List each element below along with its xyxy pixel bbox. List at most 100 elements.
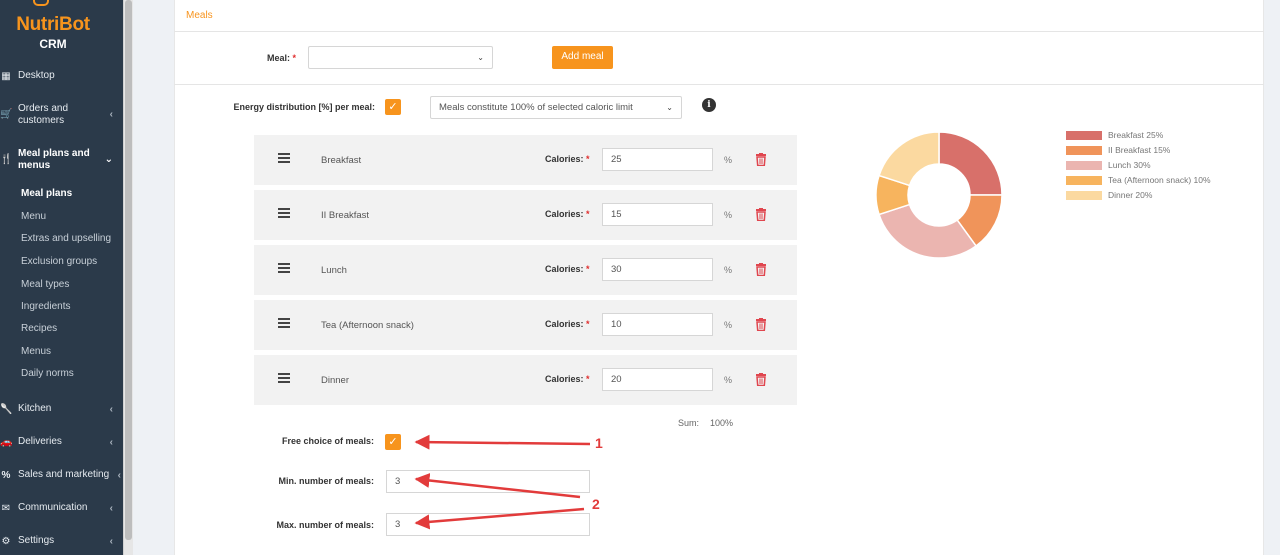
car-icon: 🚗 [0,436,13,448]
logo-brand: NutriBot [16,14,90,35]
calories-input[interactable]: 30 [602,258,713,281]
sidebar-item-deliveries[interactable]: 🚗 Deliveries ‹ [0,436,123,448]
legend-swatch [1066,175,1102,185]
sidebar-item-orders[interactable]: 🛒 Orders and customers ‹ [0,103,123,129]
meal-row: Breakfast Calories: * 25 % [254,135,797,185]
sidebar-item-communication[interactable]: ✉ Communication ‹ [0,502,123,514]
drag-handle-icon[interactable] [278,153,290,163]
percent-unit: % [724,210,733,220]
logo-badge-icon [33,0,49,6]
sidebar-item-label: Sales and marketing [18,469,110,480]
subitem-extras[interactable]: Extras and upselling [21,233,111,244]
trash-icon[interactable] [755,318,767,331]
calories-label: Calories: * [545,154,590,164]
sidebar-item-label: Orders and customers [18,103,69,126]
legend-label: Breakfast 25% [1108,130,1164,140]
grid-icon: ▦ [1,70,11,82]
cutlery-icon: 🍴 [0,154,13,165]
calories-input[interactable]: 10 [602,313,713,336]
drag-handle-icon[interactable] [278,263,290,273]
subitem-exclusion-groups[interactable]: Exclusion groups [21,256,97,267]
legend-item[interactable]: II Breakfast 15% [1066,145,1170,155]
trash-icon[interactable] [755,263,767,276]
chevron-left-icon: ‹ [109,535,113,547]
trash-icon[interactable] [755,373,767,386]
meal-row: Lunch Calories: * 30 % [254,245,797,295]
donut-slice[interactable] [938,131,1003,196]
chevron-down-icon: ⌄ [666,103,673,112]
subitem-recipes[interactable]: Recipes [21,323,57,334]
sidebar-item-meal-plans[interactable]: 🍴 Meal plans and menus ⌄ [0,148,123,174]
meal-row: Tea (Afternoon snack) Calories: * 10 % [254,300,797,350]
sidebar-scrollbar-thumb[interactable] [125,0,132,540]
chevron-left-icon: ‹ [109,109,113,120]
subitem-menus[interactable]: Menus [21,346,51,357]
legend-label: Tea (Afternoon snack) 10% [1108,175,1211,185]
legend-label: Lunch 30% [1108,160,1151,170]
legend-item[interactable]: Tea (Afternoon snack) 10% [1066,175,1211,185]
chevron-left-icon: ‹ [109,403,113,415]
subitem-menu[interactable]: Menu [21,211,46,222]
meal-name: Breakfast [321,155,362,166]
meal-name: Dinner [321,375,349,386]
legend-item[interactable]: Dinner 20% [1066,190,1152,200]
min-meals-input[interactable]: 3 [386,470,590,493]
logo-sub: CRM [39,37,67,51]
drag-handle-icon[interactable] [278,373,290,383]
chevron-down-icon: ⌄ [104,154,113,165]
percent-unit: % [724,320,733,330]
spoon-icon: 🥄 [0,403,13,415]
calories-input[interactable]: 20 [602,368,713,391]
sidebar-item-sales[interactable]: % Sales and marketing ‹ [0,469,123,481]
calories-input[interactable]: 15 [602,203,713,226]
calories-input[interactable]: 25 [602,148,713,171]
free-choice-label: Free choice of meals: [281,436,374,446]
trash-icon[interactable] [755,153,767,166]
legend-item[interactable]: Lunch 30% [1066,160,1151,170]
sidebar: NutriBot CRM ▦ Desktop 🛒 Orders and cust… [0,0,123,555]
trash-icon[interactable] [755,208,767,221]
sidebar-item-settings[interactable]: ⚙ Settings ‹ [0,535,123,547]
energy-distribution-checkbox[interactable]: ✓ [385,99,401,115]
energy-distribution-label: Energy distribution [%] per meal: [233,102,375,112]
chevron-left-icon: ‹ [117,469,121,481]
logo[interactable]: NutriBot CRM [0,0,123,55]
sidebar-item-desktop[interactable]: ▦ Desktop [0,70,123,82]
calories-label: Calories: * [545,319,590,329]
donut-slice[interactable] [878,203,978,259]
percent-unit: % [724,375,733,385]
tab-meals[interactable]: Meals [186,10,213,21]
subitem-daily-norms[interactable]: Daily norms [21,368,74,379]
subitem-meal-plans[interactable]: Meal plans [21,188,72,199]
percent-icon: % [1,469,11,481]
calories-label: Calories: * [545,374,590,384]
drag-handle-icon[interactable] [278,318,290,328]
legend-swatch [1066,145,1102,155]
legend-label: Dinner 20% [1108,190,1153,200]
max-meals-input[interactable]: 3 [386,513,590,536]
donut-slice[interactable] [878,131,940,187]
info-icon[interactable]: i [702,98,716,112]
legend-item[interactable]: Breakfast 25% [1066,130,1163,140]
free-choice-checkbox[interactable]: ✓ [385,434,401,450]
subitem-ingredients[interactable]: Ingredients [21,301,70,312]
sum-label: Sum: [678,418,700,428]
meal-name: Tea (Afternoon snack) [321,320,414,331]
sidebar-item-kitchen[interactable]: 🥄 Kitchen ‹ [0,403,123,415]
divider [174,31,1264,32]
drag-handle-icon[interactable] [278,208,290,218]
meal-label: Meal: * [266,53,296,63]
chevron-left-icon: ‹ [109,502,113,514]
divider [174,84,1264,85]
add-meal-button[interactable]: Add meal [552,46,613,69]
percent-unit: % [724,155,733,165]
legend-swatch [1066,190,1102,200]
gear-icon: ⚙ [1,535,11,547]
percent-unit: % [724,265,733,275]
meal-select[interactable]: ⌄ [308,46,493,69]
energy-distribution-select[interactable]: Meals constitute 100% of selected calori… [430,96,682,119]
sidebar-item-label: Deliveries [18,436,62,447]
calories-label: Calories: * [545,209,590,219]
legend-swatch [1066,130,1102,140]
subitem-meal-types[interactable]: Meal types [21,279,69,290]
